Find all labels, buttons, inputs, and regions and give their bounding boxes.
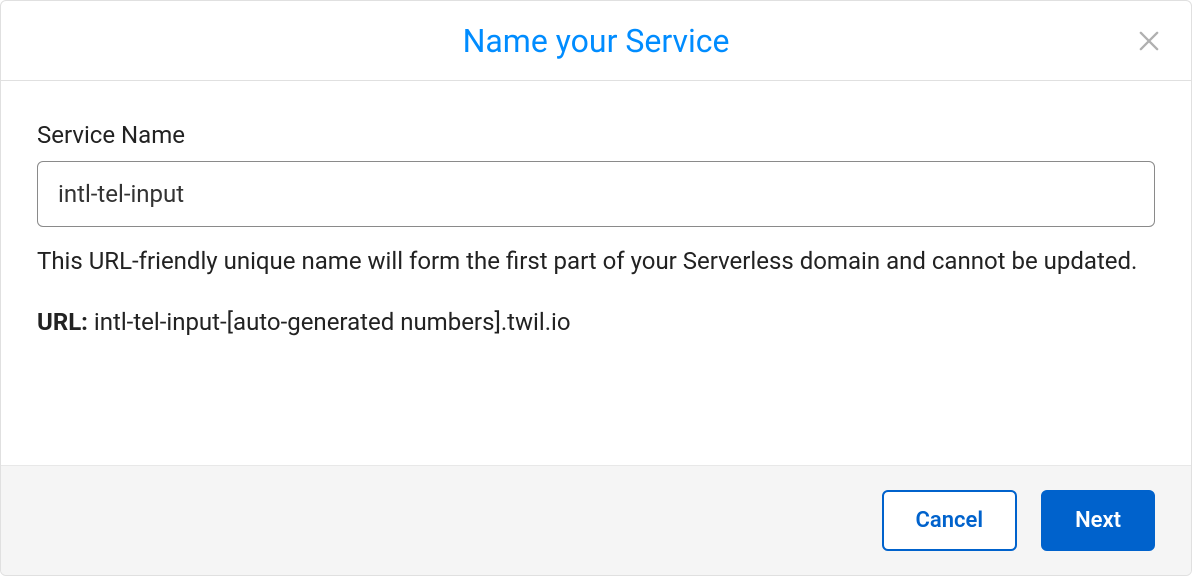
service-name-input[interactable] xyxy=(37,161,1155,227)
name-service-modal: Name your Service Service Name This URL-… xyxy=(0,0,1192,576)
modal-title: Name your Service xyxy=(463,22,730,60)
modal-body: Service Name This URL-friendly unique na… xyxy=(1,81,1191,465)
next-button[interactable]: Next xyxy=(1041,490,1155,551)
cancel-button[interactable]: Cancel xyxy=(882,490,1018,551)
service-name-label: Service Name xyxy=(37,121,1155,149)
url-preview: URL: intl-tel-input-[auto-generated numb… xyxy=(37,308,1155,336)
service-name-help-text: This URL-friendly unique name will form … xyxy=(37,243,1155,280)
url-label: URL: xyxy=(37,308,88,336)
modal-header: Name your Service xyxy=(1,1,1191,81)
close-button[interactable] xyxy=(1131,23,1167,59)
modal-footer: Cancel Next xyxy=(1,465,1191,575)
url-value: intl-tel-input-[auto-generated numbers].… xyxy=(94,308,571,336)
close-icon xyxy=(1135,27,1163,55)
